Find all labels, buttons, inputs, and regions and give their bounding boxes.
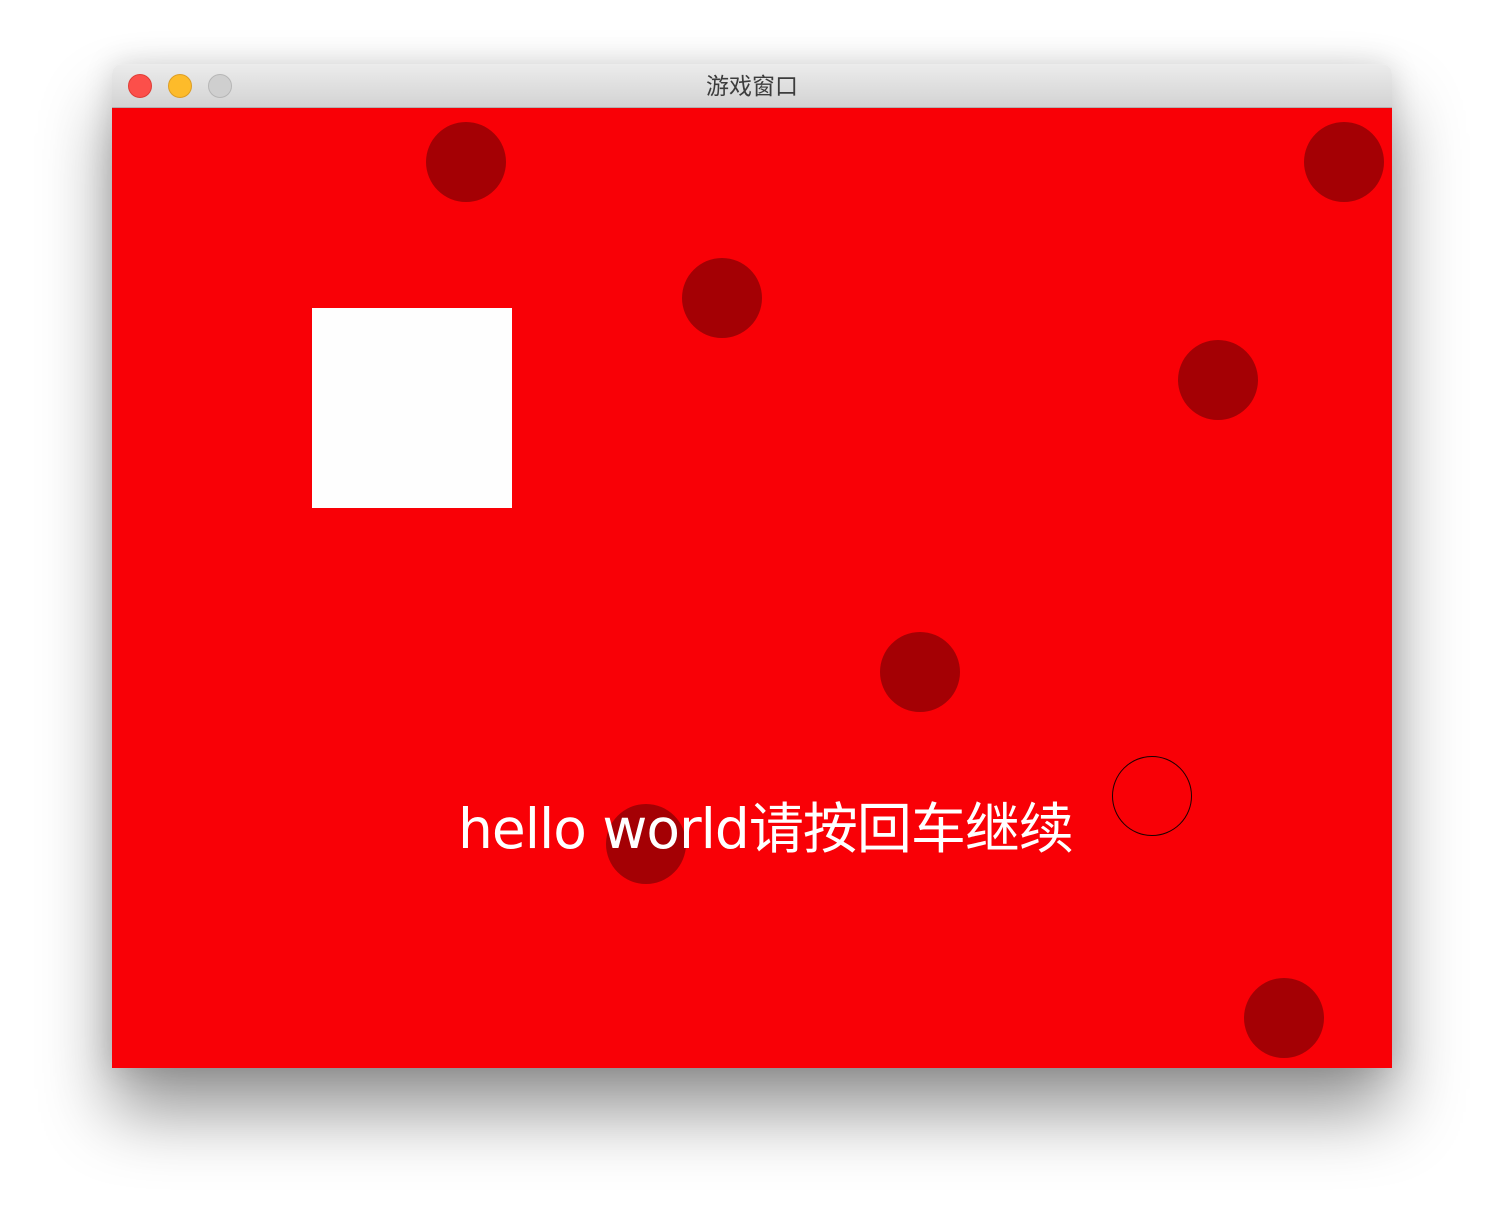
falling-ball xyxy=(1178,340,1258,420)
title-bar[interactable]: 游戏窗口 xyxy=(112,64,1392,108)
game-canvas[interactable]: hello world请按回车继续 xyxy=(112,108,1392,1068)
window-title: 游戏窗口 xyxy=(706,74,798,100)
game-window: 游戏窗口 hello world请按回车继续 xyxy=(112,64,1392,1068)
player-block[interactable] xyxy=(312,308,512,508)
falling-ball xyxy=(880,632,960,712)
cursor-ring xyxy=(1112,756,1192,836)
falling-ball xyxy=(1244,978,1324,1058)
continue-message: hello world请按回车继续 xyxy=(458,797,1074,861)
falling-ball xyxy=(682,258,762,338)
falling-ball xyxy=(426,122,506,202)
falling-ball xyxy=(1304,122,1384,202)
